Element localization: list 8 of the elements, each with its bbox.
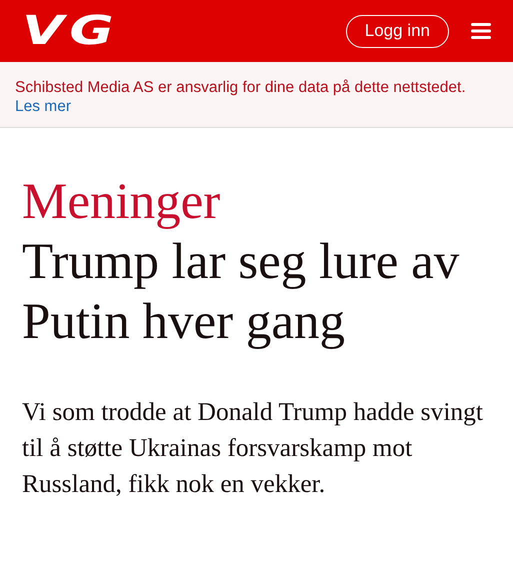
notice-text: Schibsted Media AS er ansvarlig for dine data på dette nettstedet.: [15, 78, 467, 97]
lead-paragraph: Vi som trodde at Donald Trump hadde svingt til å støtte Ukrainas forsvarskamp mot Russland, fikk nok en vekker.: [22, 396, 484, 500]
read-more-link[interactable]: Les mer: [15, 98, 71, 115]
menu-icon[interactable]: [471, 23, 491, 39]
logo[interactable]: VG: [22, 11, 119, 51]
section-label: Meninger: [22, 173, 222, 232]
headline: Trump lar seg lure av Putin hver gang: [22, 233, 460, 352]
login-button[interactable]: Logg inn: [346, 14, 449, 48]
